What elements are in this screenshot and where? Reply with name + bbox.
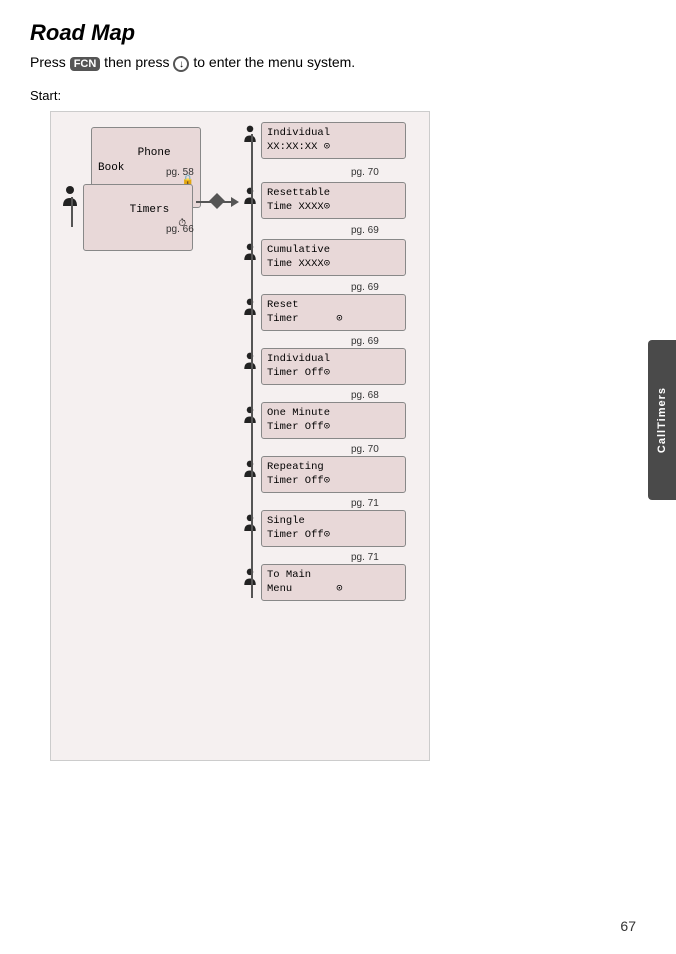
right-tab: CallTimers — [648, 340, 676, 500]
resettable-pg: pg. 69 — [351, 225, 379, 236]
repeating-nav-icon — [241, 457, 259, 484]
cumulative-nav-icon — [241, 240, 259, 267]
timers-box: Timers ⏱ — [83, 184, 193, 251]
repeating-box: Repeating Timer Off⊙ — [261, 456, 406, 493]
timers-pg: pg. 66 — [166, 224, 194, 235]
vertical-connector-left — [71, 197, 73, 227]
ind-timer-off-pg: pg. 68 — [351, 390, 379, 401]
intro-text-before: Press — [30, 54, 70, 70]
single-nav-icon — [241, 511, 259, 538]
cumulative-pg: pg. 69 — [351, 282, 379, 293]
phone-book-label: Phone Book — [98, 147, 171, 173]
ind-timer-off-nav-icon — [241, 349, 259, 376]
nav-diamond — [209, 193, 225, 214]
tab-label: CallTimers — [656, 387, 668, 453]
one-min-nav-icon — [241, 403, 259, 430]
single-pg: pg. 71 — [351, 552, 379, 563]
intro-paragraph: Press FCN then press ↓ to enter the menu… — [30, 54, 640, 72]
start-label: Start: — [30, 88, 640, 103]
single-timer-box: Single Timer Off⊙ — [261, 510, 406, 547]
reset-nav-icon — [241, 295, 259, 322]
repeating-pg: pg. 71 — [351, 498, 379, 509]
road-map-diagram: Phone Book 🔒 pg. 58 Timers ⏱ pg. 66 — [50, 111, 430, 761]
cumulative-box: Cumulative Time XXXX⊙ — [261, 239, 406, 276]
main-content: Road Map Press FCN then press ↓ to enter… — [30, 20, 640, 761]
resettable-box: Resettable Time XXXX⊙ — [261, 182, 406, 219]
to-main-menu-box: To Main Menu ⊙ — [261, 564, 406, 601]
timers-label: Timers — [130, 204, 170, 216]
individual-timer-off-box: Individual Timer Off⊙ — [261, 348, 406, 385]
intro-text-after: to enter the menu system. — [189, 54, 355, 70]
phone-book-pg: pg. 58 — [166, 167, 194, 178]
individual-timer-pg: pg. 70 — [351, 167, 379, 178]
circle-button-icon: ↓ — [173, 56, 189, 72]
one-min-pg: pg. 70 — [351, 444, 379, 455]
intro-text-middle: then press — [100, 54, 173, 70]
resettable-nav-icon — [241, 184, 259, 211]
timers-nav-icon — [59, 184, 81, 211]
reset-timer-box: Reset Timer ⊙ — [261, 294, 406, 331]
reset-pg: pg. 69 — [351, 336, 379, 347]
individual-nav-icon — [241, 122, 259, 149]
fcn-button-label: FCN — [70, 57, 101, 71]
individual-timer-box: Individual XX:XX:XX ⊙ — [261, 122, 406, 159]
one-minute-box: One Minute Timer Off⊙ — [261, 402, 406, 439]
vertical-connector — [251, 134, 253, 598]
main-menu-nav-icon — [241, 565, 259, 592]
page-number: 67 — [620, 918, 636, 934]
page-title: Road Map — [30, 20, 640, 46]
